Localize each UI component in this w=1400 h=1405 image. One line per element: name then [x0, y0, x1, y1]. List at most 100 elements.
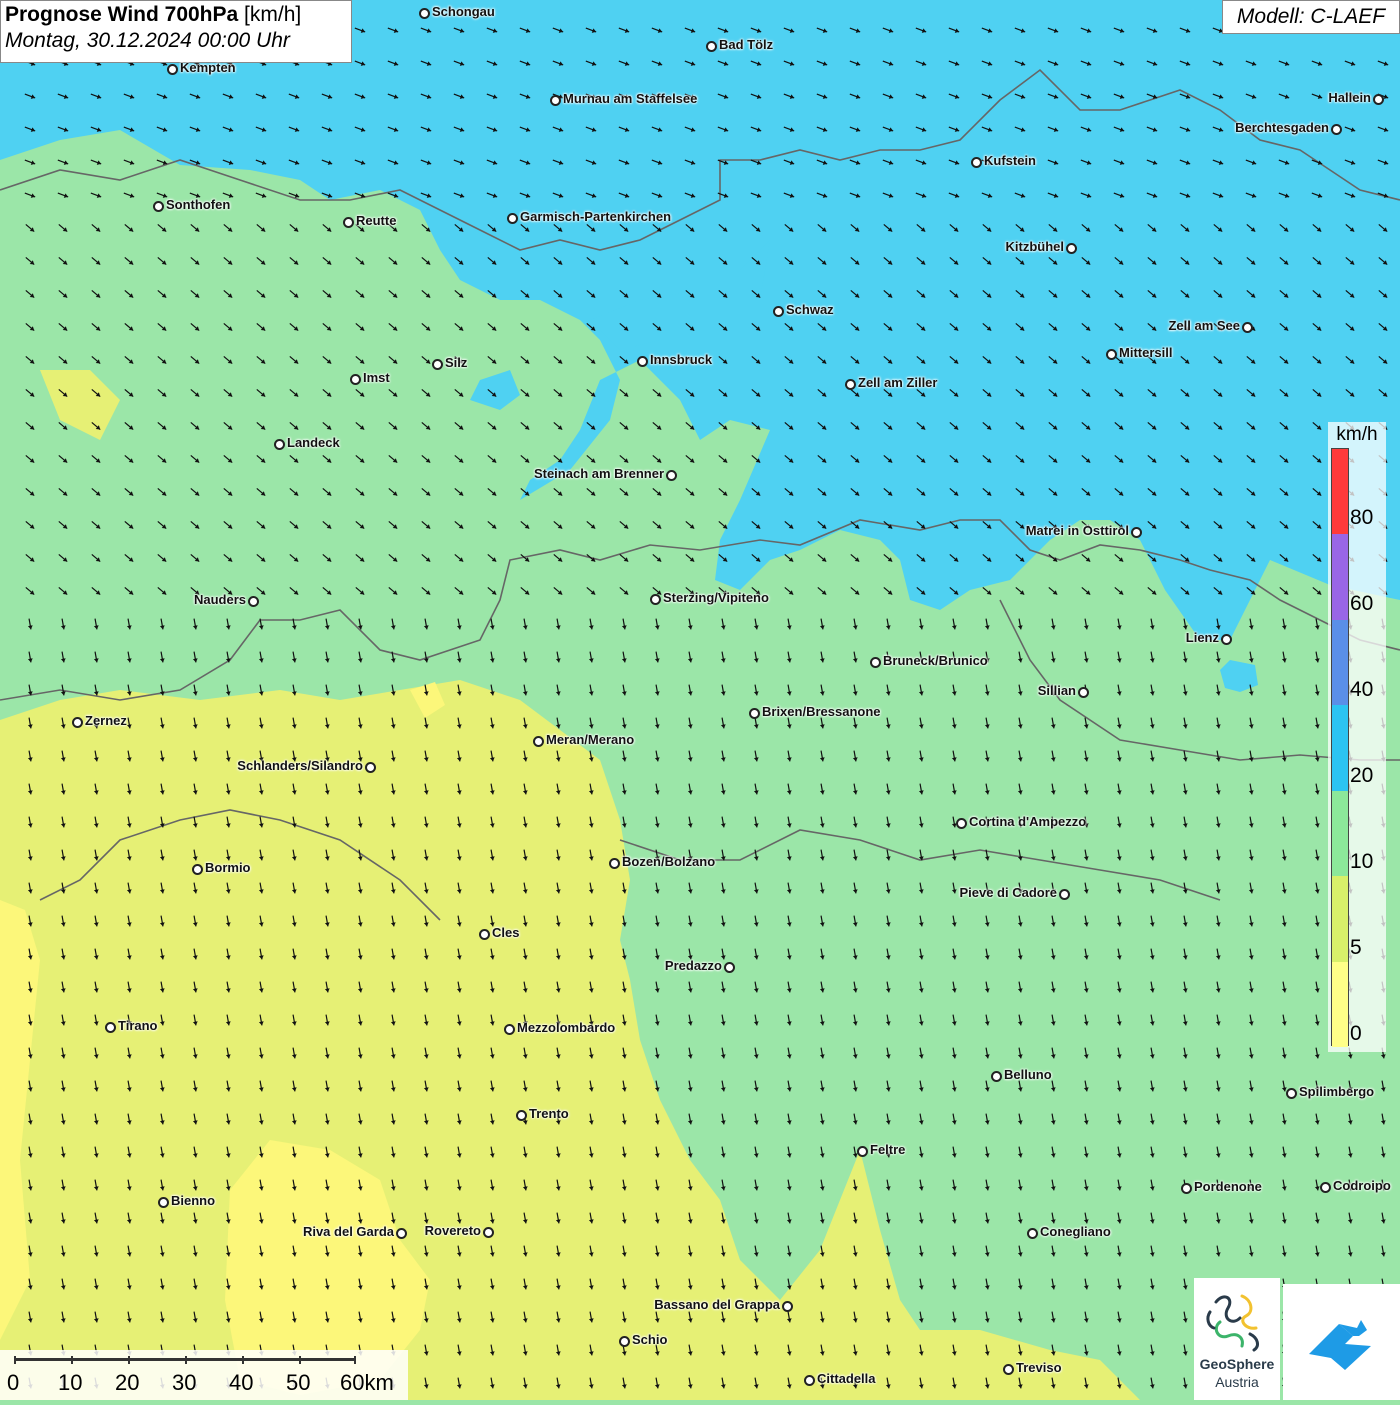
city-marker	[365, 762, 376, 773]
city-marker	[609, 858, 620, 869]
legend-segment	[1332, 876, 1348, 962]
geosphere-logo: GeoSphere Austria	[1194, 1278, 1280, 1400]
city-marker	[483, 1227, 494, 1238]
city-label: Bruneck/Brunico	[883, 653, 988, 668]
city-marker	[1286, 1088, 1297, 1099]
legend-segment	[1332, 534, 1348, 620]
city-label: Sterzing/Vipiteno	[663, 590, 769, 605]
city-label: Zell am See	[1168, 318, 1240, 333]
city-label: Imst	[363, 370, 390, 385]
city-marker	[158, 1197, 169, 1208]
city-label: Steinach am Brenner	[533, 466, 664, 481]
city-marker	[1331, 124, 1342, 135]
city-label: Pieve di Cadore	[959, 885, 1057, 900]
city-label: Treviso	[1016, 1360, 1062, 1375]
city-marker	[1066, 243, 1077, 254]
legend-segment	[1332, 790, 1348, 877]
scale-tick	[14, 1356, 16, 1364]
scale-label: 30	[172, 1370, 197, 1395]
geosphere-emblem-icon	[1206, 1294, 1259, 1352]
city-marker	[773, 306, 784, 317]
city-label: Lienz	[1185, 630, 1219, 645]
city-label: Spilimbergo	[1299, 1084, 1375, 1099]
city-marker	[845, 379, 856, 390]
legend-segment	[1332, 619, 1348, 706]
city-label: Bad Tölz	[719, 37, 774, 52]
city-label: Belluno	[1004, 1067, 1052, 1082]
scale-label: 20	[115, 1370, 140, 1395]
city-marker	[419, 8, 430, 19]
color-legend: km/h 80 60 40 20 10 5 0	[1328, 422, 1386, 1052]
scale-tick	[354, 1356, 356, 1364]
city-label: Bozen/Bolzano	[622, 854, 716, 869]
city-marker	[782, 1301, 793, 1312]
city-label: Berchtesgaden	[1235, 120, 1329, 135]
scale-tick	[71, 1356, 73, 1364]
city-label: Garmisch-Partenkirchen	[520, 209, 672, 224]
city-label: Mezzolombardo	[517, 1020, 616, 1035]
city-label: Innsbruck	[650, 352, 713, 367]
legend-label-20: 20	[1350, 764, 1374, 787]
city-label: Schwaz	[786, 302, 834, 317]
city-marker	[479, 929, 490, 940]
city-label: Zernez	[85, 713, 127, 728]
legend-unit: km/h	[1336, 424, 1378, 445]
city-label: Nauders	[193, 592, 246, 607]
city-label: Cittadella	[817, 1371, 876, 1386]
city-marker	[1131, 527, 1142, 538]
city-label: Trento	[529, 1106, 569, 1121]
city-label: Silz	[445, 355, 468, 370]
city-label: Tirano	[118, 1018, 158, 1033]
city-label: Zell am Ziller	[858, 375, 938, 390]
city-marker	[350, 374, 361, 385]
city-marker	[666, 470, 677, 481]
city-marker	[870, 657, 881, 668]
city-label: Reutte	[356, 213, 397, 228]
city-marker	[749, 708, 760, 719]
scale-tick	[128, 1356, 130, 1364]
scale-label: 40	[229, 1370, 254, 1395]
forecast-date: Montag, 30.12.2024 00:00 Uhr	[5, 29, 290, 52]
city-marker	[1059, 889, 1070, 900]
scale-tick	[299, 1356, 301, 1364]
city-marker	[432, 359, 443, 370]
geosphere-sub: Austria	[1215, 1374, 1259, 1390]
wind-app-icon	[1309, 1320, 1371, 1370]
scale-label: 0	[7, 1370, 20, 1395]
city-marker	[516, 1110, 527, 1121]
city-marker	[857, 1146, 868, 1157]
scale-tick	[185, 1356, 187, 1364]
city-marker	[550, 95, 561, 106]
legend-segment	[1332, 961, 1348, 1047]
city-label: Sillian	[1037, 683, 1076, 698]
city-label: Predazzo	[664, 958, 722, 973]
city-marker	[1181, 1183, 1192, 1194]
legend-segment	[1332, 705, 1348, 791]
city-label: Kufstein	[984, 153, 1036, 168]
city-marker	[192, 864, 203, 875]
scale-tick	[242, 1356, 244, 1364]
legend-label-80: 80	[1350, 506, 1374, 529]
city-label: Meran/Merano	[546, 732, 635, 747]
city-marker	[504, 1024, 515, 1035]
city-label: Matrei in Osttirol	[1025, 523, 1129, 538]
city-marker	[1221, 634, 1232, 645]
city-label: Riva del Garda	[302, 1224, 394, 1239]
city-label: Brixen/Bressanone	[762, 704, 881, 719]
city-label: Murnau am Staffelsee	[563, 91, 698, 106]
city-marker	[1373, 94, 1384, 105]
title-panel: Prognose Wind 700hPa [km/h] Montag, 30.1…	[0, 0, 352, 63]
city-label: Schio	[632, 1332, 668, 1347]
map-title: Prognose Wind 700hPa [km/h]	[5, 3, 302, 26]
city-marker	[1027, 1228, 1038, 1239]
city-label: Bassano del Grappa	[654, 1297, 780, 1312]
legend-label-60: 60	[1350, 592, 1374, 615]
wind-zone-20-40	[1220, 660, 1258, 692]
city-label: Landeck	[287, 435, 340, 450]
city-label: Codroipo	[1333, 1178, 1391, 1193]
city-marker	[533, 736, 544, 747]
city-marker	[724, 962, 735, 973]
app-logo	[1283, 1284, 1400, 1400]
legend-color-bar	[1331, 448, 1349, 1047]
city-marker	[1106, 349, 1117, 360]
